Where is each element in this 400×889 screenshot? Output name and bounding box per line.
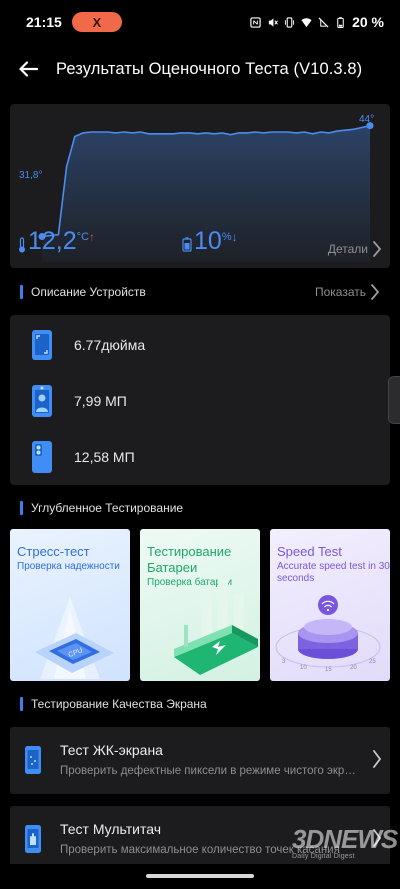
battery-trend-icon: ↓: [231, 230, 238, 244]
battery-test-tile[interactable]: Тестирование Батареи Проверка батареи: [140, 529, 260, 681]
thermometer-icon: [19, 237, 25, 253]
cpu-chip-icon: CPU: [35, 597, 114, 679]
stress-test-tile[interactable]: Стресс-тест Проверка надежности CPU: [10, 529, 130, 681]
phone-screen-icon: [32, 330, 52, 360]
multitouch-icon: [25, 825, 41, 853]
screen-section-title: Тестирование Качества Экрана: [31, 697, 207, 711]
device-row-rear-camera: 12,58 МП: [10, 429, 390, 485]
status-bar: 21:15 X 20 %: [0, 0, 400, 44]
screen-section-header: Тестирование Качества Экрана: [20, 697, 207, 711]
multitouch-test-title: Тест Мультитач: [60, 821, 161, 837]
device-section-header: Описание Устройств: [20, 285, 146, 299]
watermark-main: 3DNEWS: [292, 824, 398, 854]
section-accent-bar: [20, 501, 23, 515]
section-accent-bar: [20, 285, 23, 299]
lcd-test-icon: [25, 746, 41, 774]
status-icons: 20 %: [250, 14, 384, 30]
gauge-tick: 15: [325, 667, 332, 673]
details-link[interactable]: Детали: [328, 240, 382, 258]
lcd-test-subtitle: Проверить дефектные пиксели в режиме чис…: [60, 765, 360, 777]
gauge-tick: 10: [300, 665, 307, 671]
status-time: 21:15: [26, 14, 62, 30]
deep-section-header: Углубленное Тестирование: [20, 501, 183, 515]
arrow-left-icon: [19, 61, 38, 77]
battery-percent: 20 %: [352, 14, 384, 30]
mute-icon: [268, 17, 279, 27]
gauge-tick: 20: [350, 665, 357, 671]
device-section-title: Описание Устройств: [31, 285, 146, 299]
chevron-right-icon: [373, 241, 382, 257]
no-data-icon: [318, 16, 329, 28]
battery-level-icon: [182, 237, 192, 252]
speed-gauge-icon: 3 10 15 20 25: [275, 595, 381, 673]
chart-start-label: 31,8°: [19, 170, 43, 181]
x-notification-badge: X: [71, 12, 122, 32]
speed-test-tile[interactable]: Speed Test Accurate speed test in 30 sec…: [270, 529, 390, 681]
app-header: Результаты Оценочного Теста (V10.3.8): [0, 44, 400, 94]
battery-change: 10 % ↓: [182, 229, 238, 254]
rear-camera-value: 12,58 МП: [74, 449, 135, 465]
show-label: Показать: [314, 285, 366, 299]
device-row-front-camera: 7,99 МП: [10, 373, 390, 429]
chevron-right-icon: [371, 284, 380, 300]
gauge-tick: 25: [369, 659, 376, 665]
watermark-logo: 3DNEWS Daily Digital Digest: [292, 824, 398, 860]
gauge-tick: 3: [282, 659, 286, 665]
temperature-value: 12,2: [28, 227, 77, 255]
wifi-icon: [301, 17, 312, 27]
rear-camera-icon: [32, 441, 52, 473]
temperature-trend-icon: ↑: [89, 230, 96, 244]
battery-charge-icon: [174, 579, 258, 675]
section-accent-bar: [20, 697, 23, 711]
back-button[interactable]: [0, 44, 56, 94]
chevron-right-icon: [373, 750, 382, 768]
battery-icon: [337, 16, 344, 28]
nfc-icon: [250, 16, 261, 28]
vibrate-icon: [284, 16, 295, 28]
chart-end-label: 44°: [359, 114, 375, 125]
front-camera-value: 7,99 МП: [74, 393, 127, 409]
show-devices-link[interactable]: Показать: [315, 283, 380, 301]
device-info-card: 6.77дюйма 7,99 МП 12,58 МП: [10, 315, 390, 485]
front-camera-icon: [32, 385, 52, 417]
temperature-change: 12,2 °C ↑: [18, 229, 95, 254]
device-row-screen: 6.77дюйма: [10, 317, 390, 373]
details-label: Детали: [327, 242, 368, 256]
lcd-test-item[interactable]: Тест ЖК-экрана Проверить дефектные пиксе…: [10, 727, 390, 794]
temperature-unit: °C: [76, 231, 90, 243]
screen-size-value: 6.77дюйма: [74, 337, 146, 353]
battery-value: 10: [194, 227, 222, 255]
gesture-nav-bar[interactable]: [146, 874, 254, 878]
battery-unit: %: [221, 231, 232, 243]
temperature-chart-card: 31,8° 44° 12,2 °C ↑ 10 % ↓ Детали: [10, 104, 390, 268]
deep-section-title: Углубленное Тестирование: [31, 501, 184, 515]
edge-panel-handle[interactable]: [388, 376, 400, 424]
lcd-test-title: Тест ЖК-экрана: [60, 742, 163, 758]
page-title: Результаты Оценочного Теста (V10.3.8): [56, 59, 363, 78]
